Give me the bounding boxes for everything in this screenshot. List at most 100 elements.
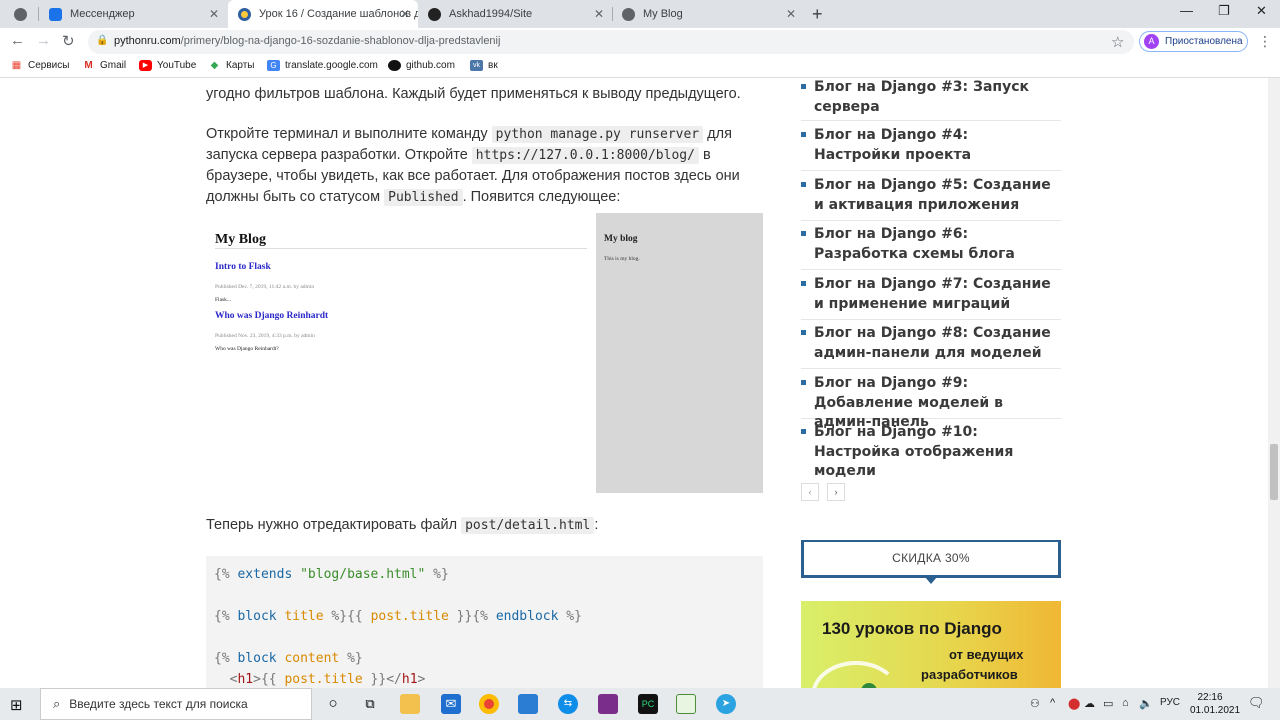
- bookmark-maps[interactable]: ◆ Карты: [208, 60, 255, 71]
- sidebar-lesson-link[interactable]: Блог на Django #6: Разработка схемы блог…: [801, 225, 1061, 270]
- next-page-button[interactable]: ›: [827, 483, 845, 501]
- bookmark-gmail[interactable]: M Gmail: [82, 60, 126, 71]
- telegram-icon[interactable]: ➤: [716, 694, 736, 714]
- vk-icon: vk: [470, 60, 483, 71]
- close-icon[interactable]: ✕: [209, 7, 219, 21]
- screenshot-side-title: My blog: [604, 234, 638, 244]
- bookmark-vk[interactable]: vk вк: [470, 60, 498, 71]
- screenshot-post-body: Who was Django Reinhardt?: [215, 346, 279, 352]
- close-icon[interactable]: ✕: [786, 7, 796, 21]
- discount-banner[interactable]: СКИДКА 30%: [801, 540, 1061, 578]
- sidebar-lesson-link[interactable]: Блог на Django #9: Добавление моделей в …: [801, 374, 1061, 430]
- tab-title: Урок 16 / Создание шаблонов д: [259, 8, 418, 20]
- close-window-icon[interactable]: ✕: [1256, 3, 1267, 19]
- reload-icon[interactable]: ↻: [62, 32, 75, 50]
- url-text[interactable]: pythonru.com/primery/blog-na-django-16-s…: [114, 35, 500, 47]
- code-line: {% block title %}{{ post.title }}{% endb…: [214, 609, 582, 624]
- globe-icon: [622, 7, 635, 21]
- pythonru-icon: [238, 7, 251, 21]
- close-icon[interactable]: ✕: [594, 7, 604, 21]
- tab-github[interactable]: Askhad1994/Site ✕: [418, 0, 612, 28]
- scrollbar-thumb[interactable]: [1270, 444, 1278, 500]
- bookmark-youtube[interactable]: ▶ YouTube: [139, 60, 196, 71]
- prev-page-button[interactable]: ‹: [801, 483, 819, 501]
- maximize-icon[interactable]: ❐: [1218, 3, 1230, 19]
- notepad-icon[interactable]: [676, 694, 696, 714]
- language-indicator[interactable]: РУС: [1160, 697, 1180, 708]
- windows-start-icon[interactable]: ⊞: [10, 696, 23, 714]
- lock-icon[interactable]: 🔒: [96, 35, 108, 46]
- promo-headline: 130 уроков по Django: [822, 619, 1002, 638]
- battery-icon[interactable]: ▭: [1103, 697, 1113, 710]
- sidebar-lesson-link[interactable]: Блог на Django #10: Настройка отображени…: [801, 423, 1061, 479]
- inline-code: python manage.py runserver: [491, 126, 704, 143]
- screenshot-post-title: Who was Django Reinhardt: [215, 311, 329, 321]
- decorative-arc: [811, 661, 901, 688]
- chrome-icon[interactable]: [479, 694, 499, 714]
- notifications-icon[interactable]: 🗨: [1248, 695, 1265, 711]
- close-icon[interactable]: ✕: [400, 7, 410, 21]
- screenshot-side-text: This is my blog.: [604, 256, 640, 262]
- promo-subline: разработчиков: [921, 667, 1018, 682]
- cortana-icon[interactable]: ○: [323, 694, 343, 714]
- task-view-icon[interactable]: ⧉: [360, 694, 380, 714]
- sidebar-lesson-link[interactable]: Блог на Django #5: Создание и активация …: [801, 176, 1061, 221]
- pycharm-icon[interactable]: PC: [638, 694, 658, 714]
- bookmark-services[interactable]: ▦ Сервисы: [10, 60, 70, 71]
- sidebar-lesson-link[interactable]: Блог на Django #3: Запуск сервера: [801, 78, 1061, 121]
- sidebar-lesson-link[interactable]: Блог на Django #8: Создание админ-панели…: [801, 324, 1061, 369]
- translate-icon: G: [267, 60, 280, 71]
- chevron-up-icon[interactable]: ^: [1050, 697, 1055, 709]
- avatar: A: [1144, 34, 1159, 49]
- cloud-icon[interactable]: ☁: [1084, 697, 1095, 710]
- gmail-icon: M: [84, 60, 93, 71]
- menu-icon[interactable]: ⋮: [1258, 33, 1272, 50]
- tab-title: Мессенджер: [70, 8, 135, 20]
- paragraph: Откройте терминал и выполните команду py…: [206, 126, 740, 206]
- sidebar-lesson-link[interactable]: Блог на Django #4: Настройки проекта: [801, 126, 1061, 171]
- banner-pointer: [925, 577, 937, 584]
- bookmark-star-icon[interactable]: ☆: [1111, 33, 1124, 51]
- teamviewer-icon[interactable]: ⇆: [558, 694, 578, 714]
- network-icon[interactable]: ⌂: [1122, 697, 1129, 709]
- promo-banner[interactable]: 130 уроков по Django от ведущих разработ…: [801, 601, 1061, 688]
- github-icon: [428, 7, 441, 21]
- forward-icon[interactable]: →: [36, 32, 51, 49]
- mail-icon[interactable]: ✉: [441, 694, 461, 714]
- tab-strip: Мессенджер ✕ Урок 16 / Создание шаблонов…: [0, 0, 1280, 28]
- volume-icon[interactable]: 🔈: [1139, 697, 1153, 710]
- bookmarks-bar: ▦ Сервисы M Gmail ▶ YouTube ◆ Карты G tr…: [0, 56, 1280, 78]
- minimize-icon[interactable]: —: [1180, 3, 1193, 18]
- new-tab-icon[interactable]: +: [812, 4, 823, 25]
- search-icon: ⌕: [53, 696, 61, 711]
- windows-taskbar: ⊞ ⌕ Введите здесь текст для поиска ○ ⧉ ✉…: [0, 688, 1280, 720]
- taskbar-search-input[interactable]: ⌕ Введите здесь текст для поиска: [40, 688, 312, 720]
- promo-subline: от ведущих: [949, 647, 1024, 662]
- tab-my-blog[interactable]: My Blog ✕: [612, 0, 804, 28]
- screenshot-post-title: Intro to Flask: [215, 262, 271, 272]
- profile-status: Приостановлена: [1165, 36, 1243, 47]
- code-line: {% block content %}: [214, 651, 363, 666]
- app-icon[interactable]: [518, 694, 538, 714]
- profile-button[interactable]: A Приостановлена: [1139, 31, 1248, 52]
- winrar-icon[interactable]: [598, 694, 618, 714]
- tab-lesson-16[interactable]: Урок 16 / Создание шаблонов д ✕: [228, 0, 418, 28]
- clock[interactable]: 22:16 01.01.2021: [1190, 691, 1240, 717]
- sidebar-lesson-link[interactable]: Блог на Django #7: Создание и применение…: [801, 275, 1061, 320]
- tab-messenger[interactable]: Мессенджер ✕: [39, 0, 227, 28]
- file-explorer-icon[interactable]: [400, 694, 420, 714]
- code-block: {% extends "blog/base.html" %} {% block …: [206, 556, 763, 688]
- page-scrollbar[interactable]: [1268, 78, 1280, 688]
- back-icon[interactable]: ←: [10, 32, 25, 49]
- tab-0[interactable]: [4, 0, 38, 28]
- tab-title: Askhad1994/Site: [449, 8, 533, 20]
- inline-code: Published: [384, 189, 463, 206]
- bookmark-translate[interactable]: G translate.google.com: [267, 60, 378, 71]
- screenshot-title: My Blog: [215, 232, 266, 247]
- people-icon[interactable]: ⚇: [1030, 697, 1040, 710]
- bookmark-github[interactable]: github.com: [388, 60, 455, 71]
- antivirus-icon[interactable]: ⬤: [1068, 697, 1080, 710]
- globe-icon: [14, 7, 27, 21]
- inline-code: https://127.0.0.1:8000/blog/: [471, 147, 699, 164]
- blog-screenshot-image: My Blog Intro to Flask Published Dec. 7,…: [206, 213, 763, 493]
